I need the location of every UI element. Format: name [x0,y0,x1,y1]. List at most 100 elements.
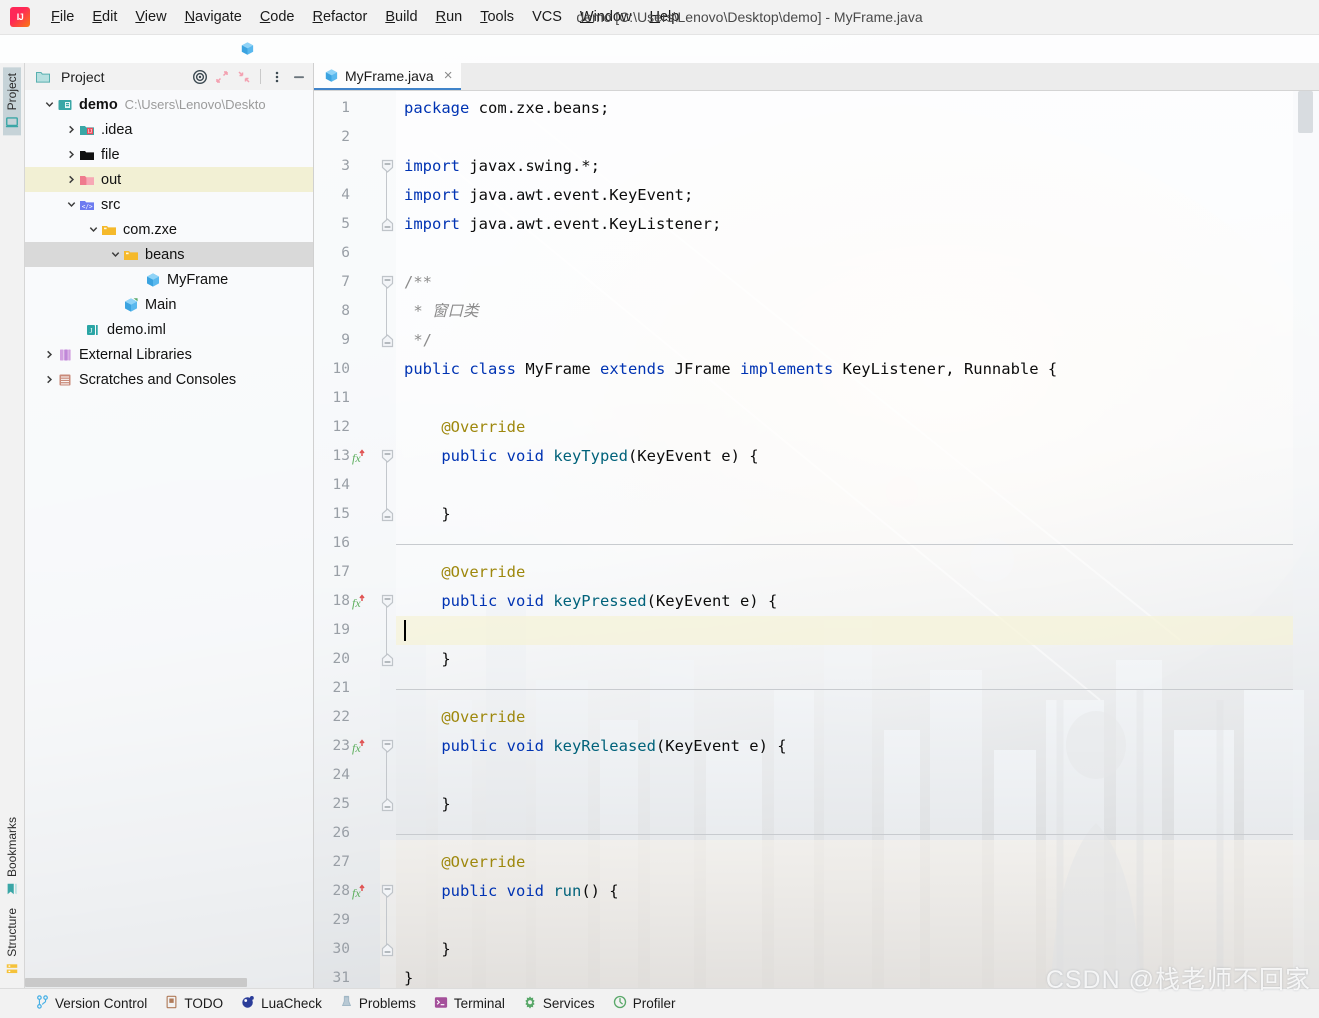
tree-node-beans[interactable]: beans [25,242,313,267]
fold-collapse-icon[interactable] [380,877,394,906]
breadcrumb-keypressed[interactable]: keyPressed [329,40,435,58]
code-line[interactable]: public void keyReleased(KeyEvent e) { [396,732,1293,761]
code-line[interactable]: * 窗口类 [396,297,1293,326]
tree-node-external-libraries[interactable]: External Libraries [25,342,313,367]
menu-run[interactable]: Run [427,6,472,28]
menu-vcs[interactable]: VCS [523,6,571,28]
chevron-right-icon[interactable] [63,124,79,135]
code-line[interactable]: public void keyTyped(KeyEvent e) { [396,442,1293,471]
options-menu-icon[interactable] [268,68,286,86]
override-method-icon[interactable]: fx [350,587,367,616]
status-services[interactable]: Services [517,992,607,1015]
code-line[interactable]: public void keyPressed(KeyEvent e) { [396,587,1293,616]
breadcrumb-zxe[interactable]: zxe [143,40,175,58]
code-line[interactable]: import javax.swing.*; [396,152,1293,181]
fold-collapse-icon[interactable] [380,442,394,471]
breadcrumb-com[interactable]: com [101,40,137,58]
chevron-down-icon[interactable] [41,99,57,110]
code-line[interactable] [396,616,1293,645]
tree-node-file[interactable]: file [25,142,313,167]
tree-node-com-zxe[interactable]: com.zxe [25,217,313,242]
status-profiler[interactable]: Profiler [607,992,688,1015]
code-line[interactable] [396,529,1293,558]
fold-end-icon[interactable] [380,500,394,529]
tree-node-demo-iml[interactable]: J demo.iml [25,317,313,342]
chevron-right-icon[interactable] [63,149,79,160]
code-line[interactable]: @Override [396,703,1293,732]
breadcrumb-demo[interactable]: demo [14,40,61,58]
code-line[interactable]: } [396,964,1293,988]
fold-end-icon[interactable] [380,326,394,355]
fold-collapse-icon[interactable] [380,152,394,181]
code-line[interactable]: @Override [396,848,1293,877]
tool-window-button-structure[interactable]: Structure [3,902,21,982]
code-line[interactable] [396,471,1293,500]
chevron-right-icon[interactable] [41,374,57,385]
override-method-icon[interactable]: fx [350,732,367,761]
status-problems[interactable]: Problems [334,992,428,1015]
breadcrumb-src[interactable]: src [67,40,96,58]
tree-node-myframe[interactable]: MyFrame [25,267,313,292]
menu-refactor[interactable]: Refactor [304,6,377,28]
fold-end-icon[interactable] [380,935,394,964]
editor-tab-myframe-java[interactable]: MyFrame.java × [314,63,462,90]
status-luacheck[interactable]: LuaCheck [235,992,334,1015]
tree-node-scratches-and-consoles[interactable]: Scratches and Consoles [25,367,313,392]
menu-navigate[interactable]: Navigate [176,6,251,28]
fold-collapse-icon[interactable] [380,268,394,297]
menu-window[interactable]: Window [571,6,641,28]
code-line[interactable] [396,674,1293,703]
menu-code[interactable]: Code [251,6,304,28]
code-line[interactable]: /** [396,268,1293,297]
code-line[interactable]: import java.awt.event.KeyEvent; [396,181,1293,210]
code-text-area[interactable]: package com.zxe.beans; import javax.swing… [396,91,1293,988]
code-line[interactable]: @Override [396,558,1293,587]
tree-node-out[interactable]: out [25,167,313,192]
chevron-down-icon[interactable] [85,224,101,235]
breadcrumb-myframe[interactable]: MyFrame [235,40,323,58]
hide-panel-icon[interactable] [290,68,308,86]
tree-node-demo[interactable]: demo C:\Users\Lenovo\Deskto [25,92,313,117]
fold-end-icon[interactable] [380,210,394,239]
tree-node-main[interactable]: Main [25,292,313,317]
code-line[interactable] [396,819,1293,848]
project-panel-horizontal-scrollbar[interactable] [25,977,313,988]
select-opened-file-icon[interactable] [191,68,209,86]
tree-node-src[interactable]: </> src [25,192,313,217]
tree-node-idea[interactable]: IJ .idea [25,117,313,142]
menu-tools[interactable]: Tools [471,6,523,28]
override-method-icon[interactable]: fx [350,442,367,471]
code-line[interactable]: } [396,790,1293,819]
override-method-icon[interactable]: fx [350,877,367,906]
fold-end-icon[interactable] [380,790,394,819]
scrollbar-thumb[interactable] [25,978,247,987]
code-line[interactable]: public void run() { [396,877,1293,906]
code-line[interactable]: } [396,935,1293,964]
collapse-all-icon[interactable] [235,68,253,86]
code-line[interactable]: package com.zxe.beans; [396,94,1293,123]
menu-file[interactable]: File [42,6,83,28]
fold-collapse-icon[interactable] [380,587,394,616]
code-line[interactable]: } [396,645,1293,674]
tool-window-button-project[interactable]: Project [3,67,21,136]
close-icon[interactable]: × [444,68,453,83]
expand-all-icon[interactable] [213,68,231,86]
chevron-down-icon[interactable] [63,199,79,210]
fold-end-icon[interactable] [380,645,394,674]
editor-gutter[interactable]: 1 2 3 4 5 6 7 8 9 10 11 12 13 fx 14 15 16 17 18 fx 19 20 21 22 2… [314,91,396,988]
code-line[interactable]: @Override [396,413,1293,442]
menu-view[interactable]: View [126,6,175,28]
code-line[interactable]: */ [396,326,1293,355]
menu-edit[interactable]: Edit [83,6,126,28]
code-line[interactable] [396,239,1293,268]
tool-window-button-bookmarks[interactable]: Bookmarks [3,811,21,902]
status-terminal[interactable]: Terminal [428,993,517,1015]
code-line[interactable] [396,384,1293,413]
code-line[interactable]: public class MyFrame extends JFrame impl… [396,355,1293,384]
chevron-right-icon[interactable] [41,349,57,360]
code-line[interactable]: } [396,500,1293,529]
breadcrumb-beans[interactable]: beans [181,40,229,58]
chevron-right-icon[interactable] [63,174,79,185]
code-line[interactable] [396,123,1293,152]
status-todo[interactable]: TODO [159,992,235,1015]
